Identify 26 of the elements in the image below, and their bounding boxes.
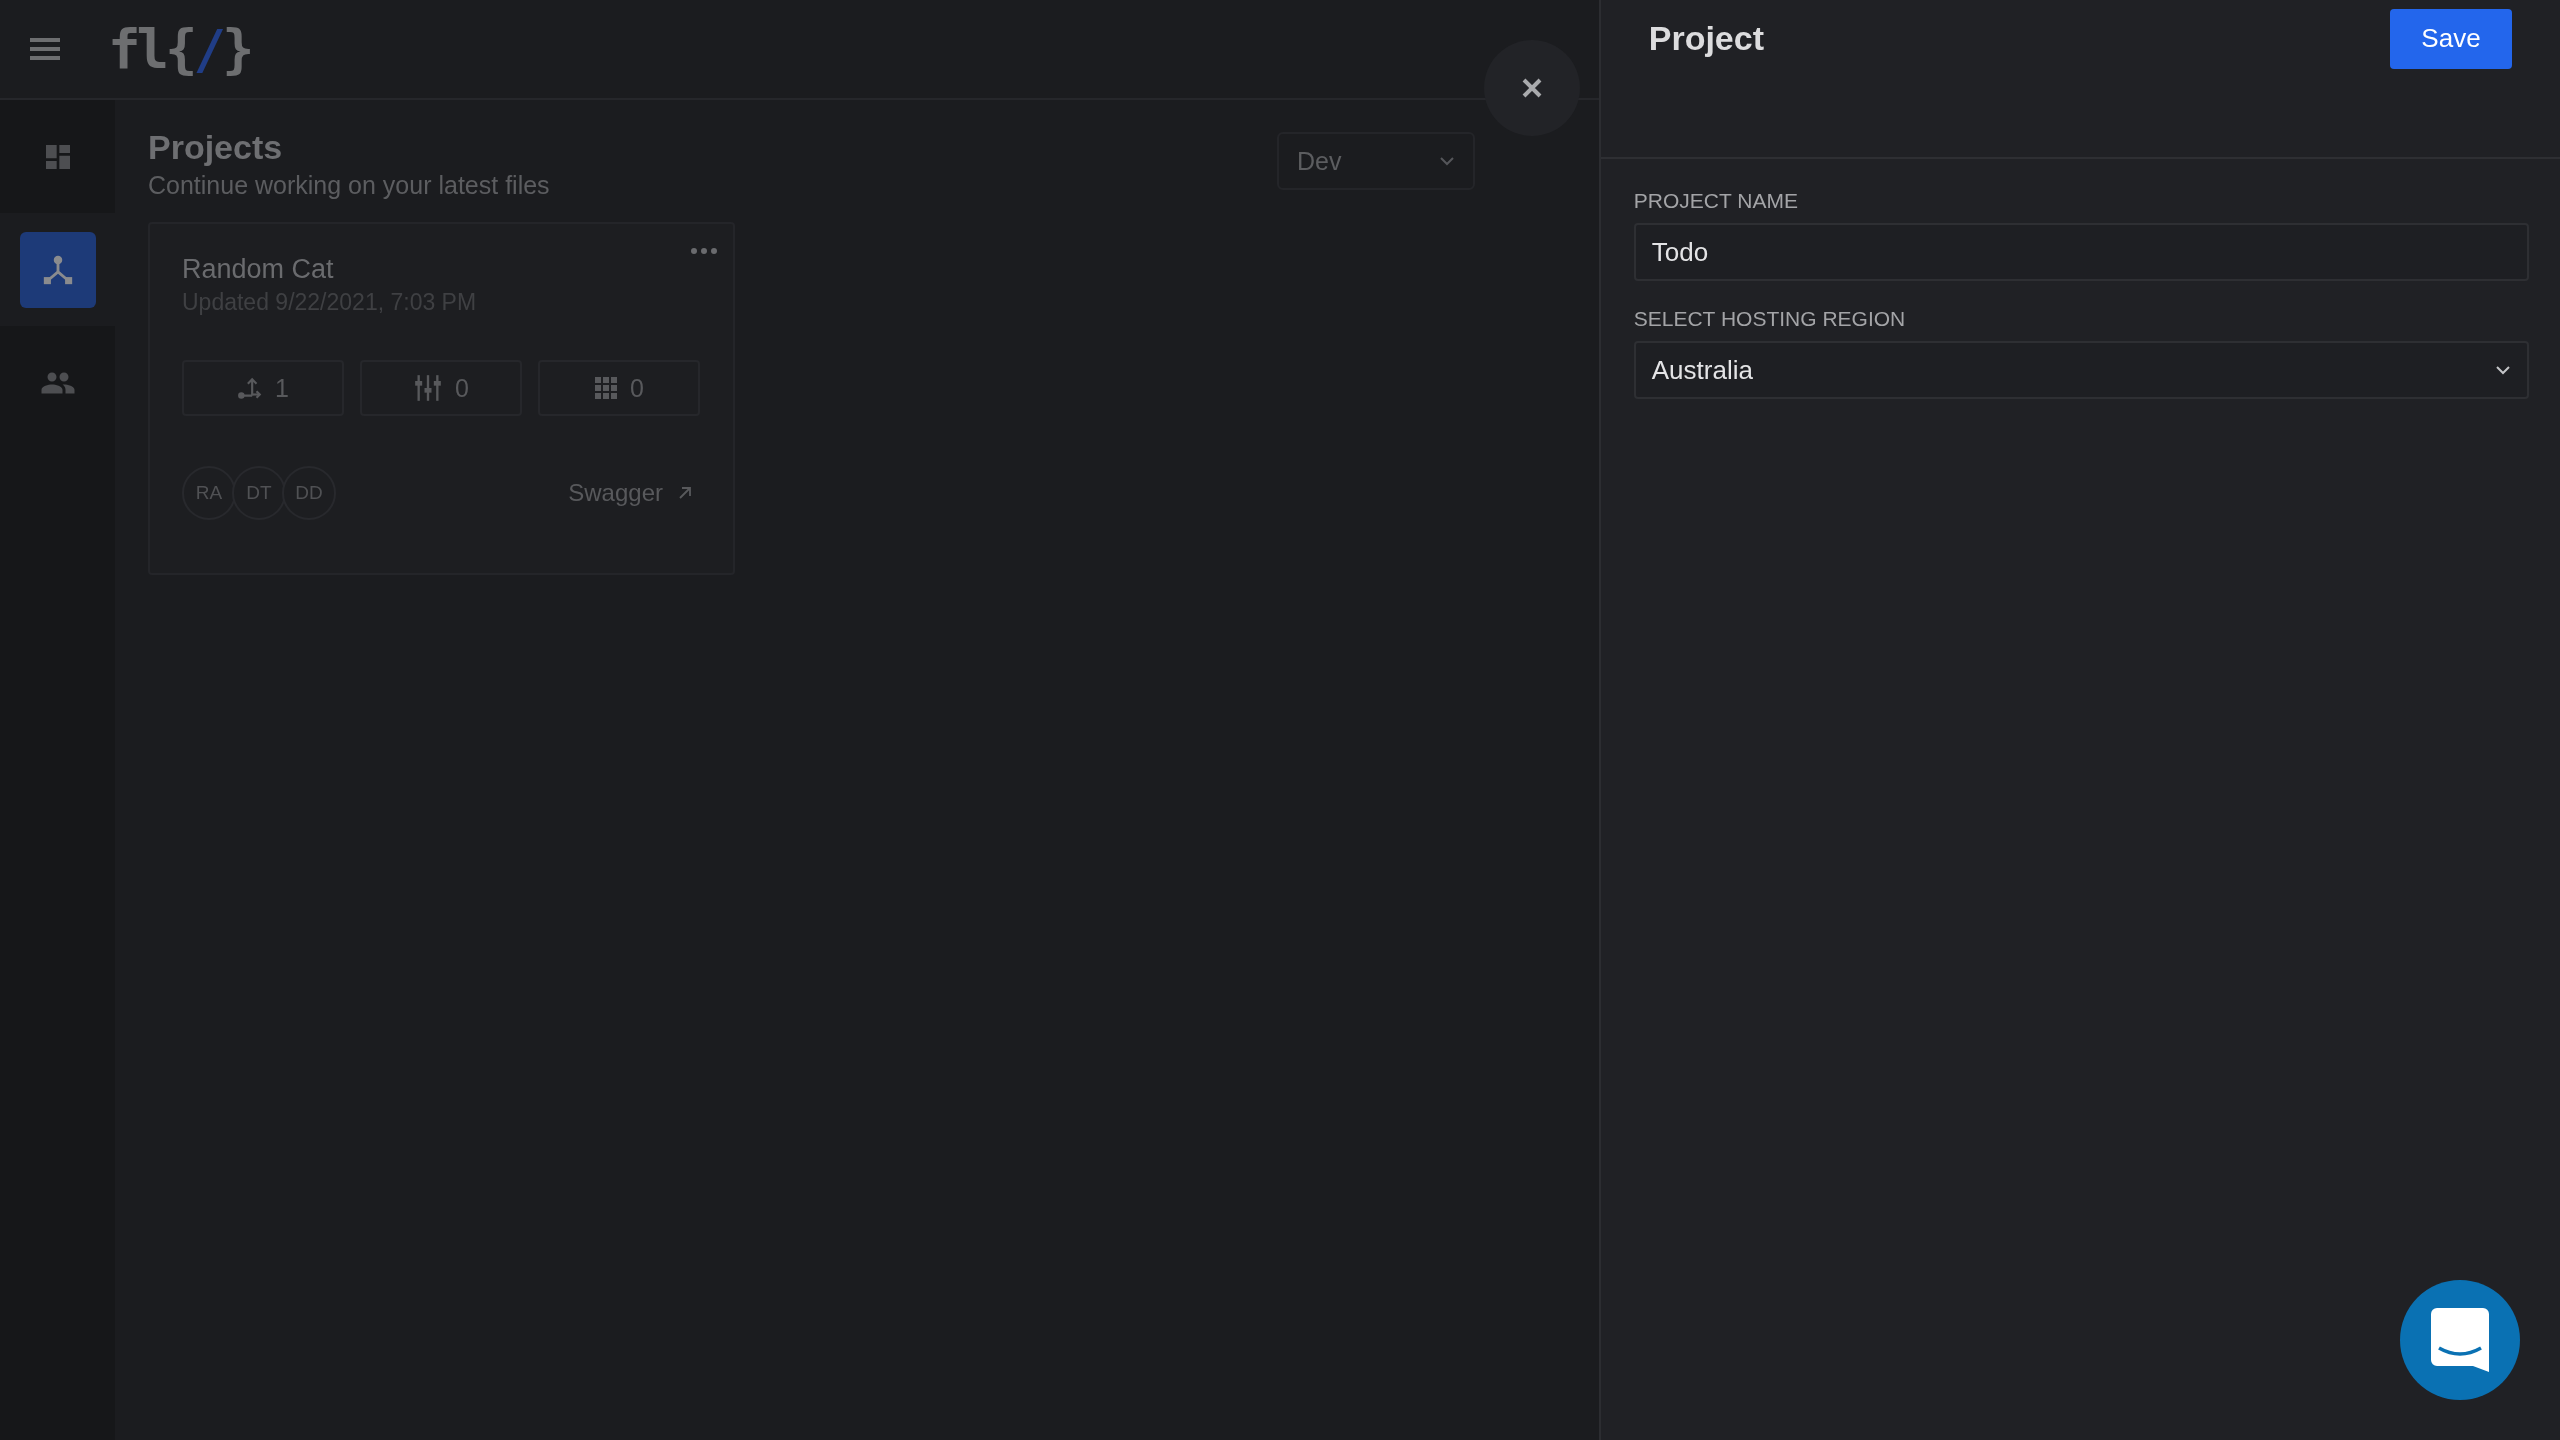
equalizer-icon bbox=[413, 374, 444, 402]
input-field[interactable]: Todo bbox=[1633, 223, 2529, 281]
region-select[interactable]: Australia bbox=[1633, 341, 2529, 399]
stat-button[interactable]: 0 bbox=[360, 360, 522, 416]
swagger-link[interactable]: Swagger bbox=[568, 479, 693, 507]
field-label: PROJECT NAME bbox=[1633, 189, 1799, 213]
chevron-down-icon bbox=[1439, 156, 1455, 166]
page-title: Projects bbox=[148, 128, 284, 167]
chevron-down-icon bbox=[2494, 365, 2511, 375]
grid-icon bbox=[594, 376, 619, 400]
page-subtitle: Continue working on your latest files bbox=[148, 171, 550, 200]
menu-icon[interactable] bbox=[30, 36, 60, 62]
stat-button[interactable]: 1 bbox=[182, 360, 344, 416]
logo: fl{/} bbox=[108, 17, 251, 81]
external-link-icon bbox=[677, 485, 693, 501]
sidebar-item[interactable] bbox=[0, 213, 115, 326]
close-icon bbox=[1521, 77, 1543, 99]
environment-dropdown[interactable]: Dev bbox=[1277, 132, 1475, 190]
panel-title: Project bbox=[1648, 19, 1764, 58]
save-button[interactable]: Save bbox=[2390, 8, 2512, 69]
more-icon bbox=[691, 248, 717, 254]
stat-button[interactable]: 0 bbox=[538, 360, 700, 416]
field-label: SELECT HOSTING REGION bbox=[1633, 307, 1907, 331]
project-name: Random Cat bbox=[182, 254, 335, 285]
branch-icon bbox=[237, 375, 264, 401]
chat-icon bbox=[2431, 1308, 2489, 1372]
